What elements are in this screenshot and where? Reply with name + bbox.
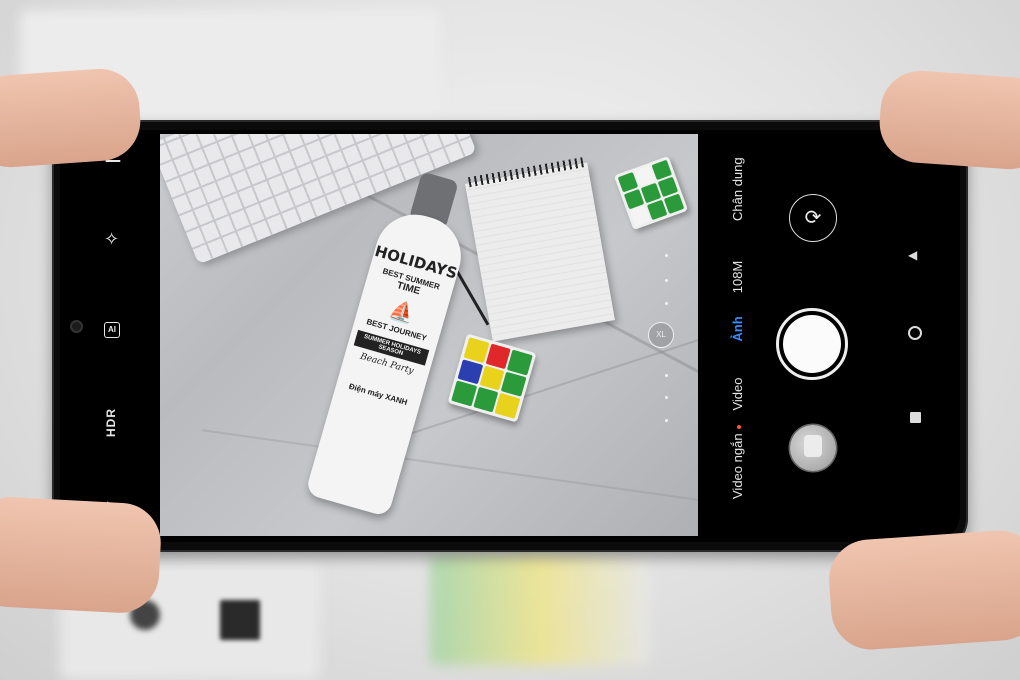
bottle-brand: Điện máy XANH (347, 381, 409, 408)
finger (876, 68, 1020, 172)
mode-short-video-label: Video ngắn (730, 433, 745, 499)
mode-108m[interactable]: 108M (729, 247, 747, 307)
home-circle-icon[interactable] (908, 326, 922, 340)
sparkle-icon[interactable]: ✧ (104, 230, 119, 248)
zoom-dot (665, 396, 668, 399)
viewfinder[interactable]: HOLIDAYS BEST SUMMER TIME ⛵ BEST JOURNEY… (160, 134, 698, 536)
camera-modes: Chân dung 108M Ảnh Video Video ngắn (708, 130, 768, 542)
zoom-badge[interactable]: XL (648, 322, 674, 348)
zoom-dot (665, 279, 668, 282)
gallery-thumbnail[interactable] (790, 425, 836, 471)
marble-vein (202, 429, 698, 501)
rubiks-cube (447, 333, 537, 423)
front-camera-punch-hole (70, 320, 83, 333)
mode-photo[interactable]: Ảnh (729, 299, 747, 359)
hdr-icon[interactable]: HDR (104, 408, 118, 437)
notebook-in-scene (465, 157, 615, 342)
zoom-dot (665, 302, 668, 305)
background-dark-square (220, 600, 260, 640)
ai-icon[interactable]: AI (104, 322, 120, 338)
record-dot (736, 425, 741, 430)
mode-portrait[interactable]: Chân dung (729, 157, 747, 221)
finger (0, 66, 144, 170)
finger (826, 527, 1020, 653)
camera-screen: ☰ ✧ AI HDR ϟ HOLIDAYS BEST SUMMER TIM (60, 130, 960, 542)
recent-square-icon[interactable] (910, 412, 921, 423)
phone: ☰ ✧ AI HDR ϟ HOLIDAYS BEST SUMMER TIM (52, 120, 968, 552)
zoom-dot (665, 254, 668, 257)
back-triangle-icon[interactable]: ◀ (908, 248, 917, 262)
left-toolbar: ☰ ✧ AI HDR ϟ (60, 130, 160, 542)
zoom-dot (665, 374, 668, 377)
background-cube (430, 555, 650, 665)
notebook-spiral (467, 157, 584, 188)
zoom-dot (665, 419, 668, 422)
finger (0, 495, 163, 615)
shutter-button[interactable] (776, 308, 848, 380)
rubiks-cube (613, 155, 689, 231)
camera-switch-icon[interactable]: ⟳ (789, 194, 837, 242)
mode-video[interactable]: Video (729, 364, 747, 424)
bottle-body: HOLIDAYS BEST SUMMER TIME ⛵ BEST JOURNEY… (304, 205, 471, 518)
mode-short-video[interactable]: Video ngắn (729, 425, 747, 499)
shutter-inner (783, 315, 841, 373)
